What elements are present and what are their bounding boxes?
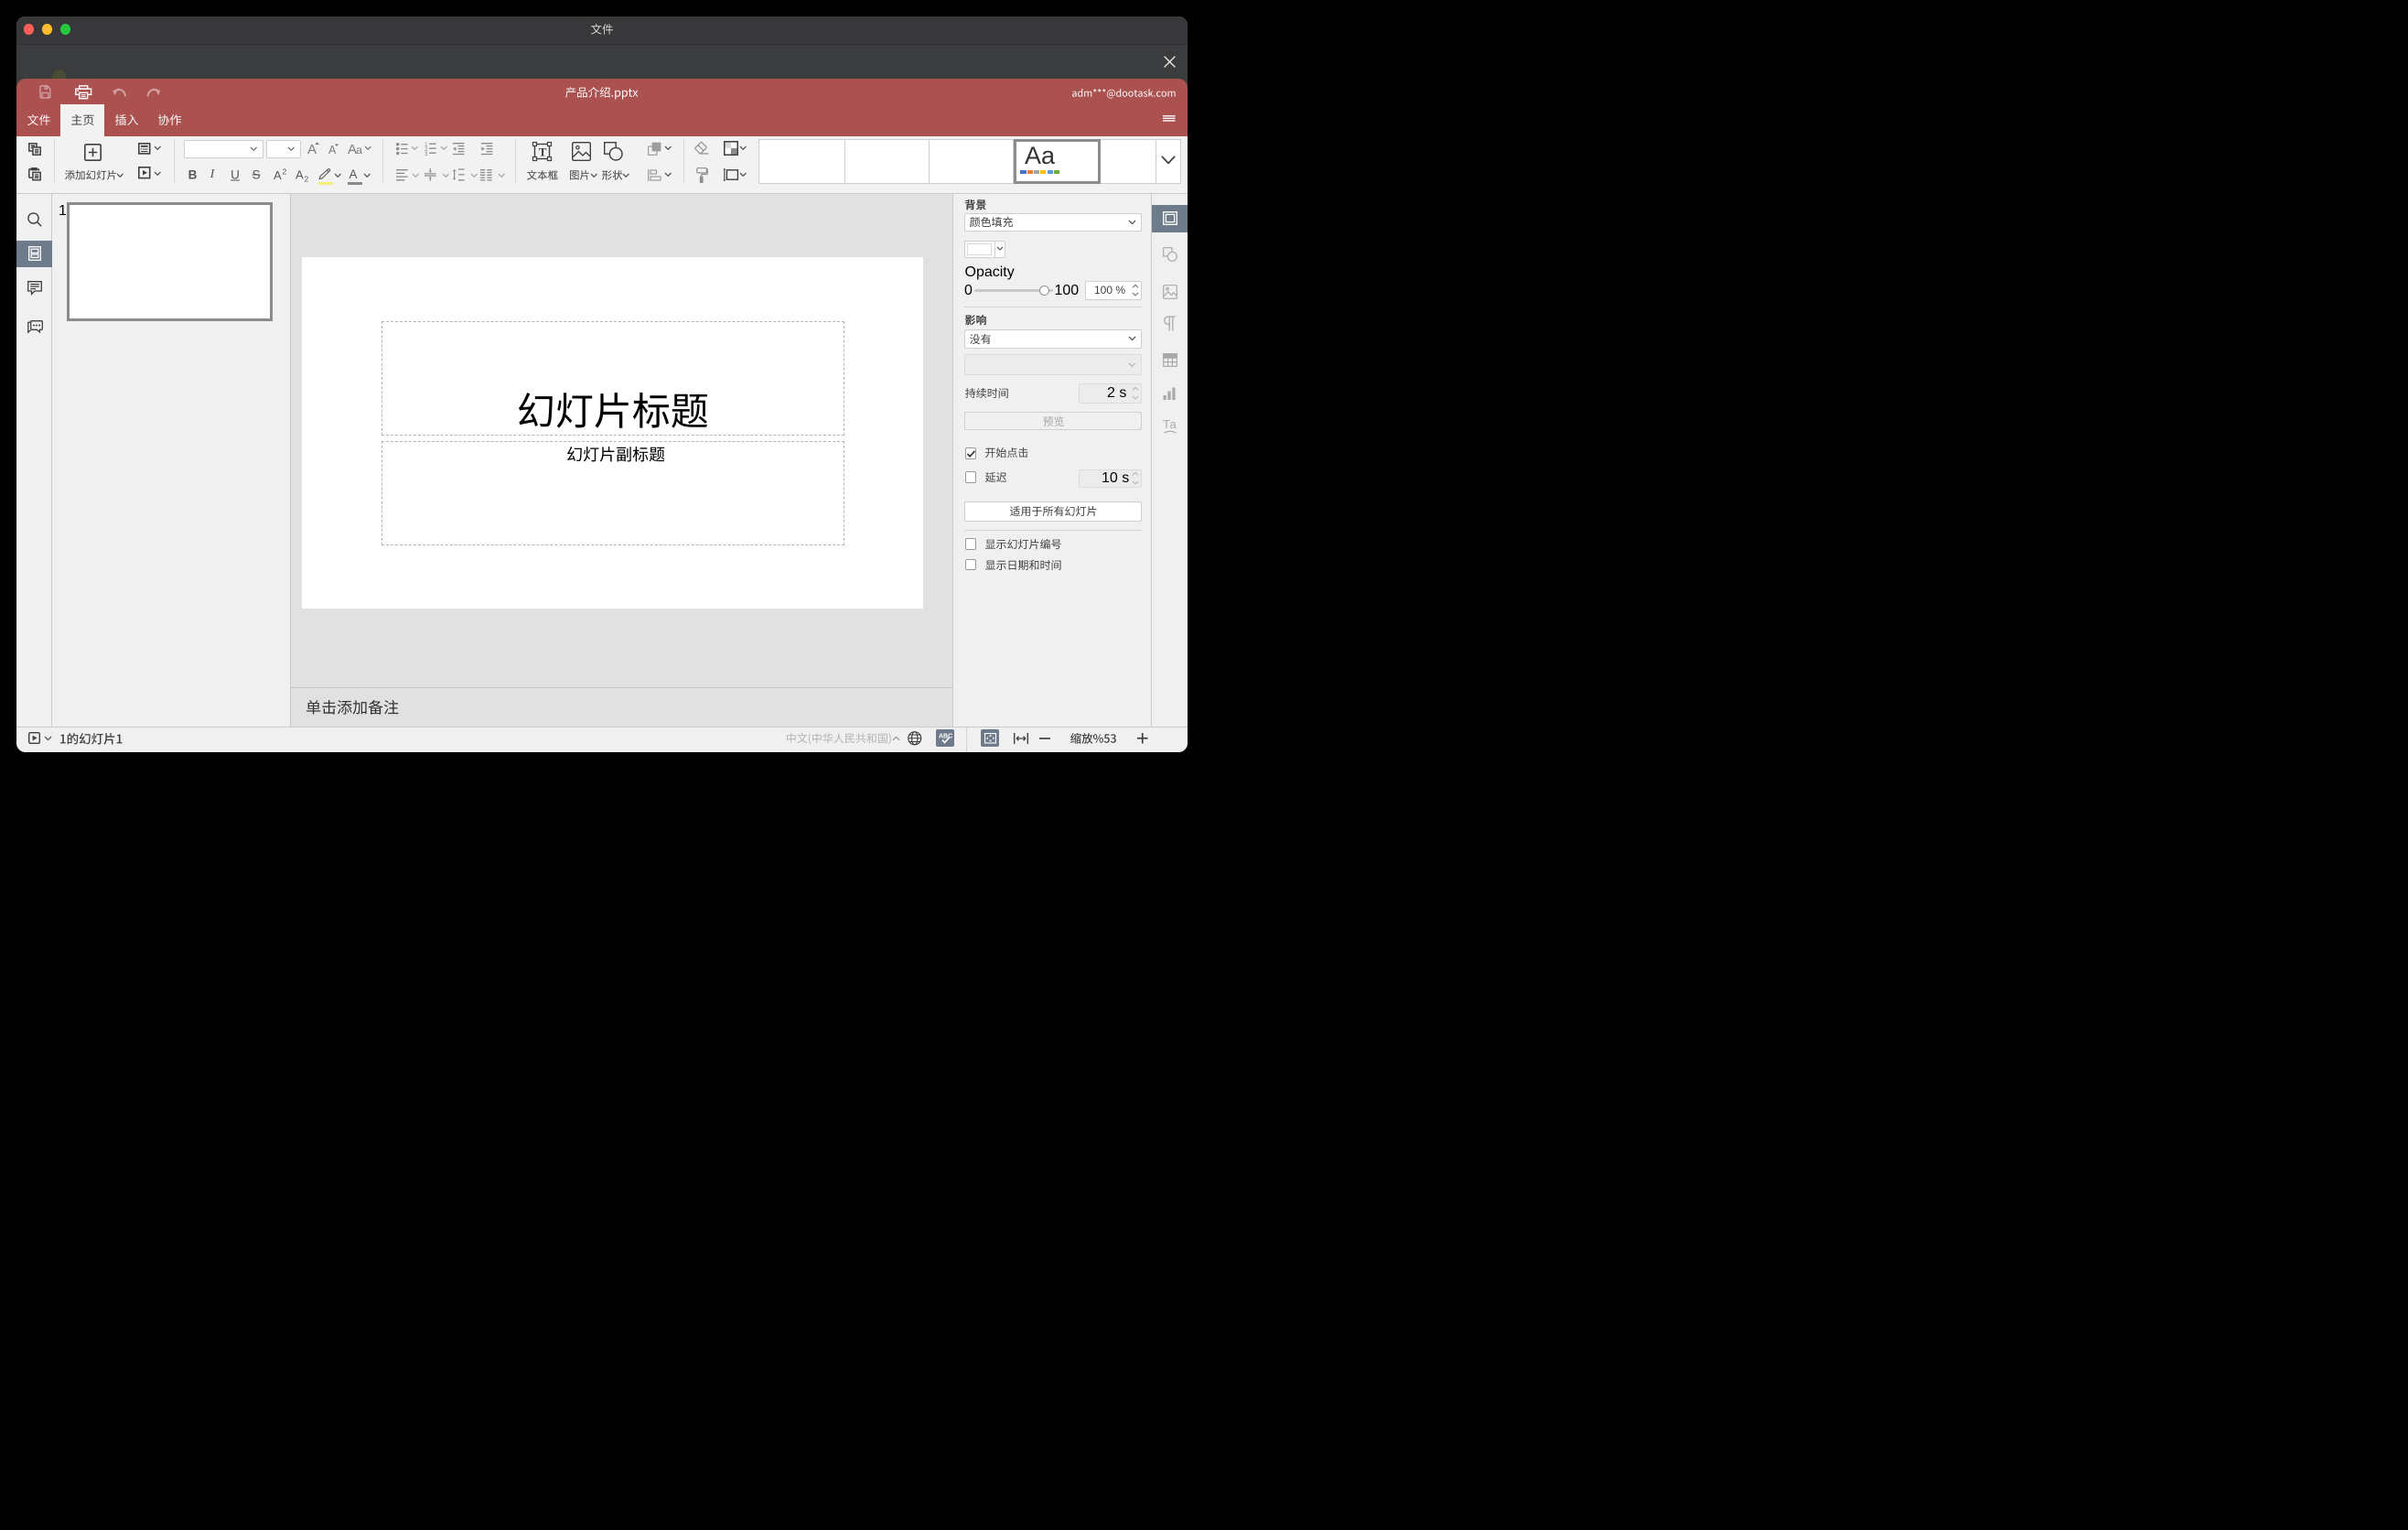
svg-text:T: T <box>539 145 547 158</box>
svg-text:ABC: ABC <box>939 734 952 740</box>
svg-text:3: 3 <box>425 151 428 157</box>
svg-text:a: a <box>1169 417 1177 431</box>
svg-text:2: 2 <box>305 174 309 183</box>
svg-text:A: A <box>349 167 358 181</box>
svg-text:A: A <box>274 168 282 182</box>
svg-text:A: A <box>307 142 317 157</box>
svg-text:A: A <box>296 167 304 181</box>
svg-text:a: a <box>356 144 362 156</box>
svg-text:A: A <box>328 144 337 156</box>
svg-text:2: 2 <box>283 167 287 177</box>
